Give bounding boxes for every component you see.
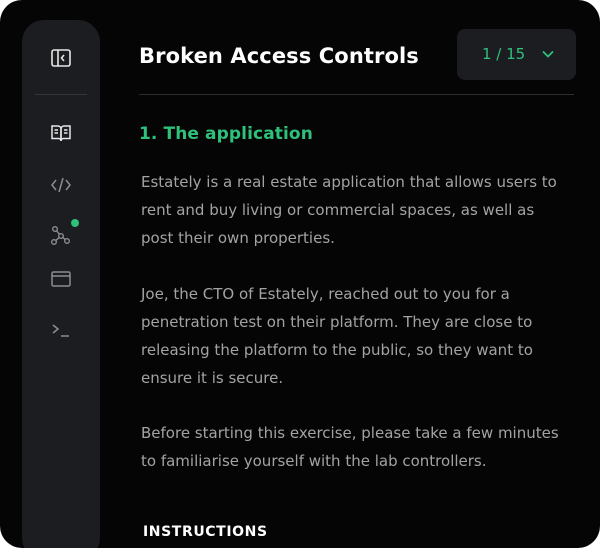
paragraph: Joe, the CTO of Estately, reached out to… <box>141 285 533 387</box>
section-title: 1. The application <box>139 124 313 144</box>
step-selector[interactable]: 1 / 15 <box>457 29 576 80</box>
code-icon <box>51 177 71 193</box>
terminal-icon <box>52 324 69 337</box>
sidebar-item-browser[interactable] <box>49 267 73 291</box>
app-window: Broken Access Controls 1 / 15 1. The app… <box>0 0 600 548</box>
sidebar-divider <box>35 94 87 95</box>
notification-badge <box>71 219 79 227</box>
sidebar-collapse-icon <box>51 49 71 67</box>
book-icon <box>51 125 71 142</box>
paragraph: Before starting this exercise, please ta… <box>141 424 559 470</box>
sidebar <box>22 20 100 548</box>
network-icon <box>51 226 70 245</box>
paragraph: Estately is a real estate application th… <box>141 173 557 247</box>
sidebar-item-code[interactable] <box>49 173 73 197</box>
sidebar-item-network[interactable] <box>49 219 79 247</box>
page-title: Broken Access Controls <box>139 44 419 68</box>
instructions-heading: INSTRUCTIONS <box>143 524 268 540</box>
chevron-down-icon <box>542 50 554 58</box>
sidebar-item-terminal[interactable] <box>49 318 73 342</box>
step-counter: 1 / 15 <box>482 45 526 63</box>
header-divider <box>139 94 574 95</box>
browser-window-icon <box>51 271 71 287</box>
main-panel: Broken Access Controls 1 / 15 1. The app… <box>100 0 600 548</box>
collapse-sidebar-button[interactable] <box>49 46 73 70</box>
sidebar-item-book[interactable] <box>49 121 73 145</box>
